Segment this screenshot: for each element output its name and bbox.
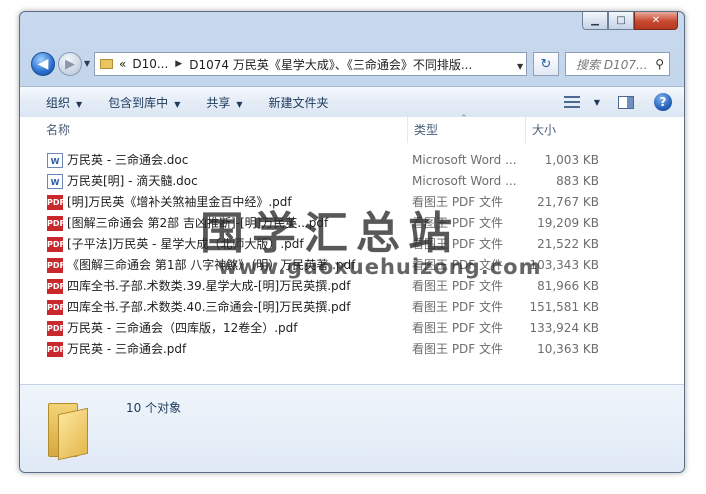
- file-row[interactable]: W 万民英[明] - 滴天髓.doc Microsoft Word ... 88…: [20, 171, 684, 192]
- address-dropdown[interactable]: ▼: [517, 62, 523, 71]
- forward-button[interactable]: ▶: [58, 52, 82, 76]
- file-name: 万民英 - 三命通会（四库版，12卷全）.pdf: [67, 321, 298, 335]
- file-name: [明]万民英《增补关煞袖里金百中经》.pdf: [67, 195, 292, 209]
- file-name: 万民英 - 三命通会.pdf: [67, 342, 187, 356]
- file-list-pane: 名称 ⌃ 类型 大小 W 万民英 - 三命通会.doc Microsoft Wo…: [20, 114, 684, 409]
- folder-icon: [100, 59, 113, 69]
- word-doc-icon: W: [47, 153, 63, 168]
- file-type: 看图王 PDF 文件: [412, 321, 504, 335]
- file-size: 133,924 KB: [529, 321, 599, 335]
- close-button[interactable]: ✕: [634, 12, 678, 30]
- preview-pane-icon[interactable]: [618, 95, 634, 109]
- organize-button[interactable]: 组织 ▼: [46, 94, 82, 111]
- file-row[interactable]: PDF 万民英 - 三命通会.pdf 看图王 PDF 文件 10,363 KB: [20, 339, 684, 360]
- column-header-type[interactable]: 类型: [408, 117, 526, 143]
- file-name: 万民英 - 三命通会.doc: [67, 153, 189, 167]
- explorer-window: ▁ □ ✕ ◀ ▶ ▼ « D10... ▶ D1074 万民英《星学大成》、《…: [19, 11, 685, 473]
- file-size: 21,522 KB: [537, 237, 599, 251]
- chevron-down-icon: ▼: [76, 99, 83, 109]
- word-doc-icon: W: [47, 174, 63, 189]
- file-type: Microsoft Word ...: [412, 174, 517, 188]
- file-type: 看图王 PDF 文件: [412, 300, 504, 314]
- column-header-size[interactable]: 大小: [526, 117, 616, 143]
- pdf-file-icon: PDF: [47, 216, 65, 231]
- file-name: [图解三命通会 第2部 吉凶推断]-[明]万民英...pdf: [67, 216, 329, 230]
- file-name: 万民英[明] - 滴天髓.doc: [67, 174, 198, 188]
- file-type: Microsoft Word ...: [412, 153, 517, 167]
- chevron-down-icon: ▼: [174, 99, 181, 109]
- view-dropdown[interactable]: ▼: [594, 98, 600, 107]
- file-type: 看图王 PDF 文件: [412, 342, 504, 356]
- include-in-library-button[interactable]: 包含到库中 ▼: [108, 94, 180, 111]
- organize-label: 组织: [46, 95, 71, 110]
- include-in-library-label: 包含到库中: [108, 95, 169, 110]
- file-row[interactable]: PDF 四库全书.子部.术数类.39.星学大成-[明]万民英撰.pdf 看图王 …: [20, 276, 684, 297]
- file-size: 81,966 KB: [537, 279, 599, 293]
- file-size: 10,363 KB: [537, 342, 599, 356]
- recent-pages-dropdown[interactable]: ▼: [84, 59, 90, 68]
- help-icon[interactable]: ?: [654, 93, 672, 111]
- command-bar: 组织 ▼ 包含到库中 ▼ 共享 ▼ 新建文件夹 ▼ ?: [20, 86, 684, 118]
- refresh-button[interactable]: ↻: [533, 52, 559, 76]
- toolbar-right: ▼ ?: [563, 87, 684, 117]
- chevron-down-icon: ▼: [236, 99, 243, 109]
- search-placeholder: 搜索 D107...: [576, 57, 648, 72]
- share-button[interactable]: 共享 ▼: [206, 94, 242, 111]
- pdf-file-icon: PDF: [47, 342, 65, 357]
- file-type: 看图王 PDF 文件: [412, 258, 504, 272]
- search-icon[interactable]: ⚲: [655, 57, 664, 71]
- chevron-right-icon[interactable]: ▶: [175, 59, 182, 69]
- maximize-button[interactable]: □: [608, 12, 634, 30]
- back-button[interactable]: ◀: [31, 52, 55, 76]
- file-name: 四库全书.子部.术数类.40.三命通会-[明]万民英撰.pdf: [67, 300, 351, 314]
- pdf-file-icon: PDF: [47, 300, 65, 315]
- refresh-icon: ↻: [540, 56, 552, 72]
- file-type: 看图王 PDF 文件: [412, 237, 504, 251]
- new-folder-button[interactable]: 新建文件夹: [269, 94, 329, 111]
- minimize-button[interactable]: ▁: [582, 12, 608, 30]
- caption-buttons: ▁ □ ✕: [582, 12, 678, 30]
- file-name: 《图解三命通会 第1部 八字神煞》（明）万民英著 .pdf: [67, 258, 356, 272]
- pdf-file-icon: PDF: [47, 195, 65, 210]
- file-row[interactable]: PDF [子平法]万民英 - 星学大成（北师大版）.pdf 看图王 PDF 文件…: [20, 234, 684, 255]
- breadcrumb-item-current[interactable]: D1074 万民英《星学大成》、《三命通会》不同排版...: [189, 56, 472, 73]
- file-name: [子平法]万民英 - 星学大成（北师大版）.pdf: [67, 237, 304, 251]
- view-options-icon[interactable]: [563, 96, 580, 108]
- search-input[interactable]: 搜索 D107... ⚲: [565, 52, 670, 76]
- pdf-file-icon: PDF: [47, 321, 65, 336]
- file-size: 21,767 KB: [537, 195, 599, 209]
- address-bar[interactable]: « D10... ▶ D1074 万民英《星学大成》、《三命通会》不同排版...: [94, 52, 527, 76]
- file-row[interactable]: PDF [明]万民英《增补关煞袖里金百中经》.pdf 看图王 PDF 文件 21…: [20, 192, 684, 213]
- new-folder-label: 新建文件夹: [268, 95, 329, 110]
- file-size: 883 KB: [556, 174, 599, 188]
- pdf-file-icon: PDF: [47, 258, 65, 273]
- address-row: ◀ ▶ ▼ « D10... ▶ D1074 万民英《星学大成》、《三命通会》不…: [28, 50, 676, 78]
- folder-icon: [48, 399, 98, 461]
- breadcrumb-item[interactable]: D10...: [132, 57, 168, 71]
- file-size: 19,209 KB: [537, 216, 599, 230]
- file-size: 103,343 KB: [529, 258, 599, 272]
- file-size: 151,581 KB: [529, 300, 599, 314]
- share-label: 共享: [206, 95, 231, 110]
- item-count: 10 个对象: [126, 401, 182, 415]
- file-row[interactable]: PDF 万民英 - 三命通会（四库版，12卷全）.pdf 看图王 PDF 文件 …: [20, 318, 684, 339]
- details-pane: 10 个对象: [20, 384, 684, 472]
- file-size: 1,003 KB: [544, 153, 599, 167]
- pdf-file-icon: PDF: [47, 237, 65, 252]
- file-type: 看图王 PDF 文件: [412, 195, 504, 209]
- file-row[interactable]: PDF 《图解三命通会 第1部 八字神煞》（明）万民英著 .pdf 看图王 PD…: [20, 255, 684, 276]
- pdf-file-icon: PDF: [47, 279, 65, 294]
- address-overflow-chevron[interactable]: «: [119, 57, 126, 71]
- file-row[interactable]: W 万民英 - 三命通会.doc Microsoft Word ... 1,00…: [20, 150, 684, 171]
- file-row[interactable]: PDF 四库全书.子部.术数类.40.三命通会-[明]万民英撰.pdf 看图王 …: [20, 297, 684, 318]
- file-type: 看图王 PDF 文件: [412, 216, 504, 230]
- file-name: 四库全书.子部.术数类.39.星学大成-[明]万民英撰.pdf: [67, 279, 351, 293]
- file-type: 看图王 PDF 文件: [412, 279, 504, 293]
- file-row[interactable]: PDF [图解三命通会 第2部 吉凶推断]-[明]万民英...pdf 看图王 P…: [20, 213, 684, 234]
- column-header-name[interactable]: 名称: [40, 117, 408, 143]
